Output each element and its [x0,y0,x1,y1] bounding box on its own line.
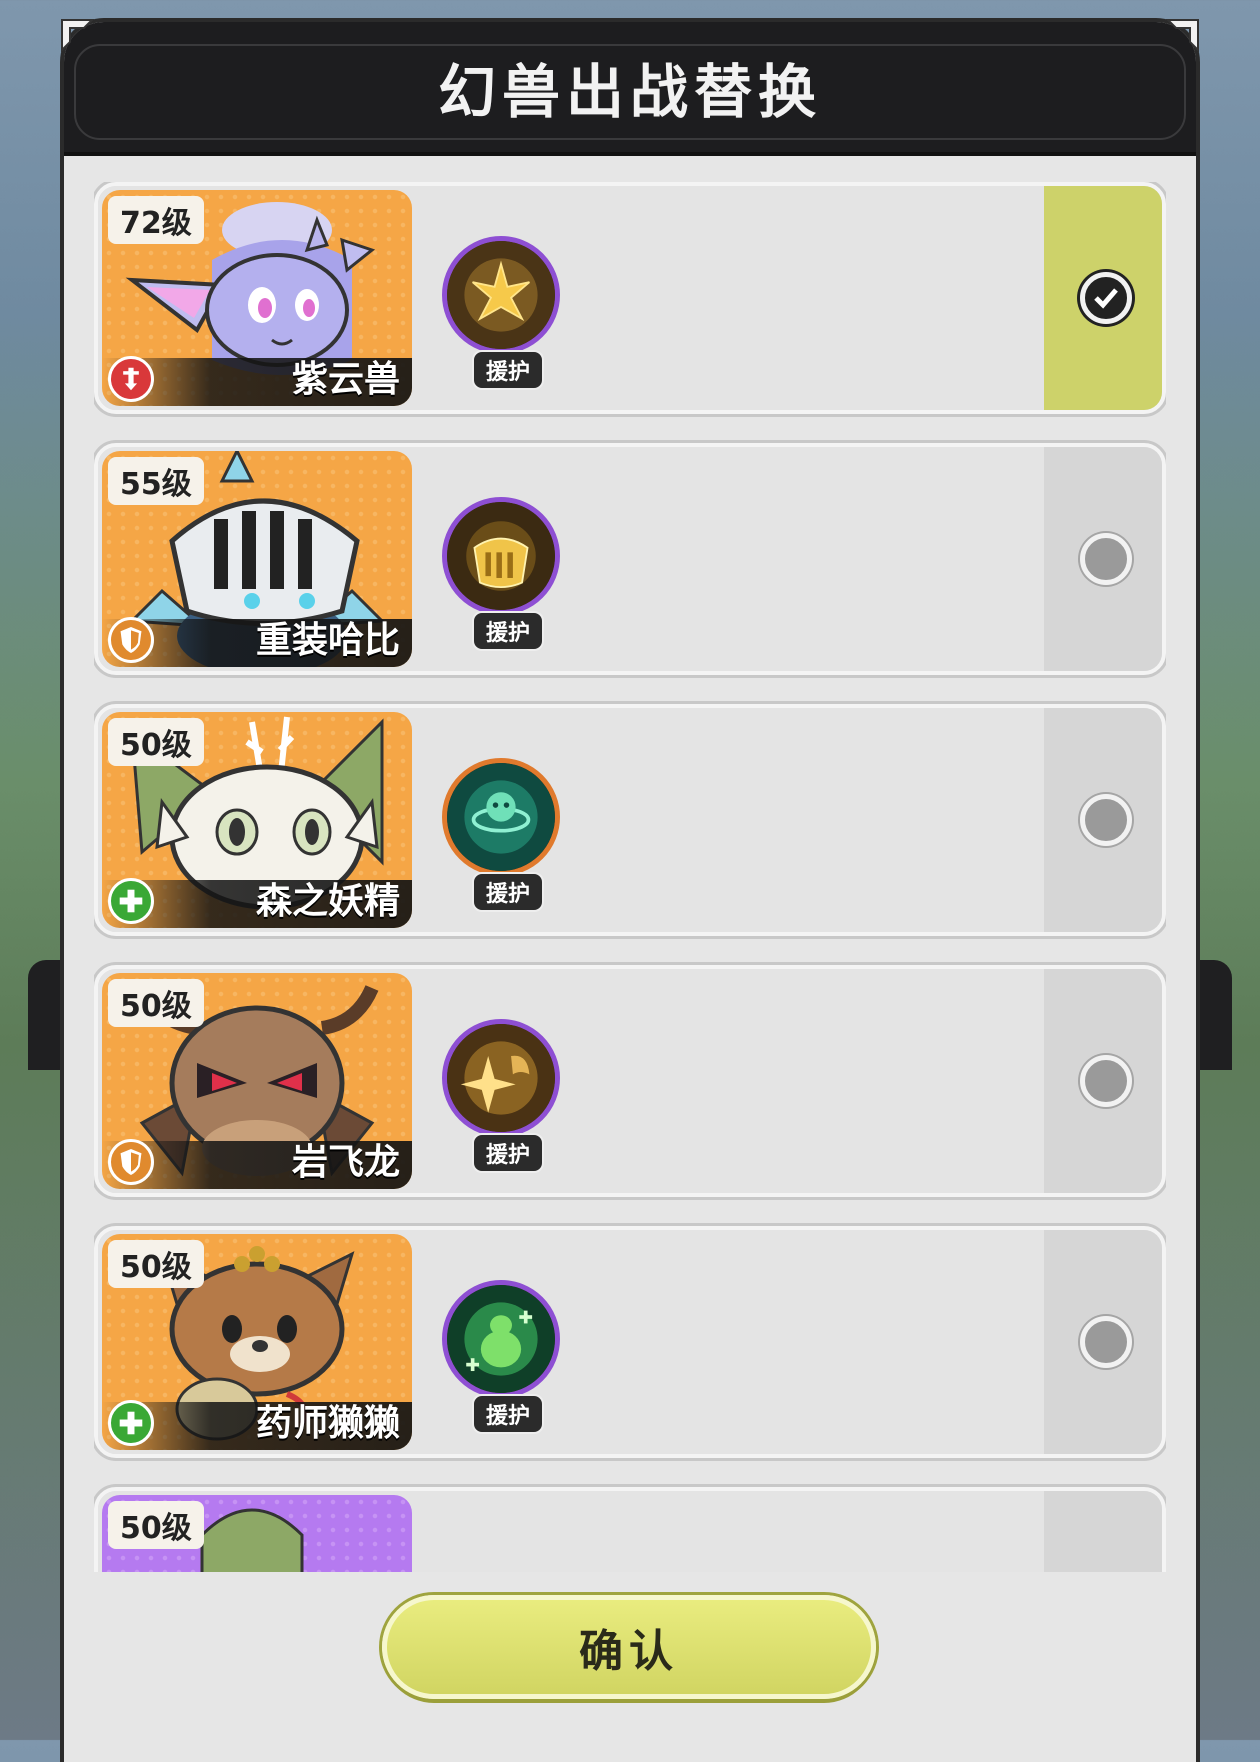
confirm-button[interactable]: 确认 [382,1595,876,1699]
golden-helmet-icon[interactable] [442,497,560,615]
beast-card[interactable]: 50级 药师獭獭 援护 [94,1226,1166,1458]
radio-unselected-icon[interactable] [1080,1316,1132,1368]
select-toggle[interactable] [1044,1491,1162,1572]
beast-portrait: 50级 岩飞龙 [102,973,412,1189]
golden-lotus-icon[interactable] [442,236,560,354]
green-spirit-icon[interactable] [442,758,560,876]
beast-portrait: 50级 药师獭獭 [102,1234,412,1450]
level-tag: 50级 [108,718,204,766]
skill-tag: 援护 [472,872,545,912]
skill-tag: 援护 [472,1394,545,1434]
attack-class-icon [108,356,154,402]
select-toggle[interactable] [1044,186,1162,410]
confirm-label: 确认 [579,1626,679,1677]
beast-card[interactable]: 55级 重装哈比 援护 [94,443,1166,675]
selected-check-icon[interactable] [1080,272,1132,324]
select-toggle[interactable] [1044,969,1162,1193]
beast-portrait: 50级 [102,1495,412,1572]
beast-name: 岩飞龙 [291,1142,400,1183]
beast-name: 重装哈比 [255,620,400,661]
golden-star-dragon-icon[interactable] [442,1019,560,1137]
beast-card[interactable]: 50级 森之妖精 援护 [94,704,1166,936]
level-tag: 72级 [108,196,204,244]
radio-unselected-icon[interactable] [1080,794,1132,846]
beast-portrait: 55级 重装哈比 [102,451,412,667]
corner-ornament-icon [60,18,95,53]
beast-name: 森之妖精 [255,881,400,922]
beast-card[interactable]: 50级 岩飞龙 援护 [94,965,1166,1197]
radio-unselected-icon[interactable] [1080,1055,1132,1107]
radio-unselected-icon[interactable] [1080,533,1132,585]
select-toggle[interactable] [1044,708,1162,932]
beast-portrait: 50级 森之妖精 [102,712,412,928]
defense-class-icon [108,1139,154,1185]
dialog-header: 幻兽出战替换 [64,22,1196,156]
beast-portrait: 72级 紫云兽 [102,190,412,406]
select-toggle[interactable] [1044,1230,1162,1454]
level-tag: 50级 [108,1240,204,1288]
heal-class-icon [108,878,154,924]
beast-card[interactable]: 50级 [94,1487,1166,1572]
level-tag: 55级 [108,457,204,505]
skill-tag: 援护 [472,611,545,651]
skill-tag: 援护 [472,1133,545,1173]
level-tag: 50级 [108,979,204,1027]
skill-tag: 援护 [472,350,545,390]
dialog-title: 幻兽出战替换 [437,58,822,126]
beast-name: 药师獭獭 [255,1403,400,1444]
beast-name: 紫云兽 [291,359,400,400]
beast-card[interactable]: 72级 紫云兽 援护 [94,182,1166,414]
level-tag: 50级 [108,1501,204,1549]
select-toggle[interactable] [1044,447,1162,671]
green-gourd-icon[interactable] [442,1280,560,1398]
defense-class-icon [108,617,154,663]
heal-class-icon [108,1400,154,1446]
corner-ornament-icon [1165,18,1200,53]
beast-list[interactable]: 72级 紫云兽 援护 55级 重装哈比 援护 50级 森之妖精 援护 50级 岩… [94,182,1166,1572]
